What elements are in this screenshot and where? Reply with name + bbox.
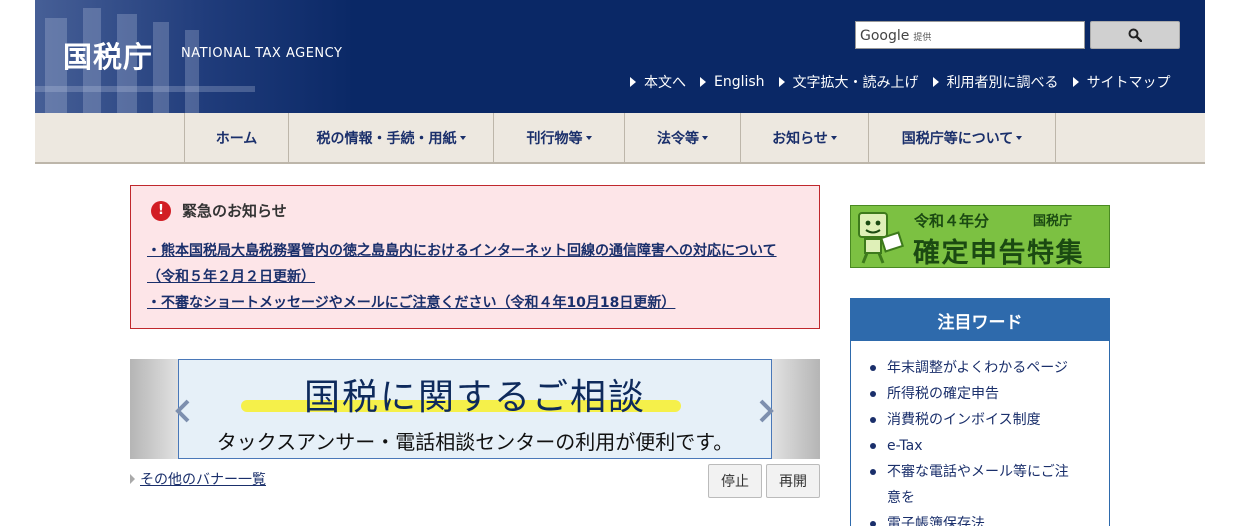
triangle-right-icon — [1072, 77, 1079, 87]
notice-link-tokunoshima[interactable]: ・熊本国税局大島税務署管内の徳之島島内におけるインターネット回線の通信障害への対… — [147, 240, 777, 260]
triangle-right-icon — [932, 77, 939, 87]
nav-home[interactable]: ホーム — [185, 113, 289, 162]
notice-heading: ! 緊急のお知らせ — [151, 200, 287, 221]
triangle-right-icon — [700, 77, 706, 87]
alert-icon: ! — [151, 200, 171, 221]
search-provided: 提供 — [913, 33, 932, 43]
keywords-panel: 注目ワード 年末調整がよくわかるページ 所得税の確定申告 消費税のインボイス制度… — [850, 298, 1110, 526]
search-input[interactable]: Google 提供 — [855, 21, 1085, 49]
other-banners-link[interactable]: その他のバナー一覧 — [130, 469, 266, 489]
util-link-label: 本文へ — [644, 75, 686, 91]
stop-button[interactable]: 停止 — [708, 464, 762, 498]
triangle-right-icon — [630, 77, 636, 87]
nav-label: ホーム — [215, 130, 258, 147]
nav-label: 刊行物等 — [526, 130, 583, 147]
util-link-sitemap[interactable]: サイトマップ — [1072, 72, 1171, 92]
banner-consultation[interactable]: 国税に関するご相談 タックスアンサー・電話相談センターの利用が便利です。 — [178, 359, 772, 459]
notice-link-phishing[interactable]: ・不審なショートメッセージやメールにご注意ください（令和４年10月18日更新） — [147, 292, 675, 312]
util-link-label: サイトマップ — [1086, 75, 1171, 91]
notice-link-tokunoshima-date[interactable]: （令和５年２月２日更新） — [147, 266, 315, 286]
site-logo-english: NATIONAL TAX AGENCY — [181, 46, 343, 61]
caret-down-icon — [459, 135, 466, 140]
keyword-link[interactable]: 消費税のインボイス制度 — [867, 407, 1097, 433]
nav-label: 国税庁等について — [901, 130, 1014, 147]
keyword-link[interactable]: e-Tax — [867, 433, 1097, 459]
nav-about[interactable]: 国税庁等について — [869, 113, 1056, 162]
banner-title: 国税に関するご相談 — [303, 377, 646, 418]
global-nav: ホーム 税の情報・手続・用紙 刊行物等 法令等 お知らせ 国税庁等について — [35, 113, 1205, 164]
emergency-notice: ! 緊急のお知らせ ・熊本国税局大島税務署管内の徳之島島内におけるインターネット… — [130, 185, 820, 329]
kakutei-banner[interactable]: 令和４年分 国税庁 確定申告特集 — [850, 205, 1110, 269]
chevron-left-icon[interactable] — [174, 399, 192, 423]
util-link-label: 利用者別に調べる — [946, 75, 1059, 91]
caret-down-icon — [830, 135, 837, 140]
keywords-list: 年末調整がよくわかるページ 所得税の確定申告 消費税のインボイス制度 e-Tax… — [867, 355, 1097, 526]
keyword-link[interactable]: 電子帳簿保存法 — [867, 511, 1097, 526]
keyword-link[interactable]: 不審な電話やメール等にご注 — [867, 459, 1097, 485]
chevron-right-icon[interactable] — [757, 399, 775, 423]
keyword-link[interactable]: 年末調整がよくわかるページ — [867, 355, 1097, 381]
keyword-link[interactable]: 所得税の確定申告 — [867, 381, 1097, 407]
nav-news[interactable]: お知らせ — [741, 113, 869, 162]
banner-subtitle: タックスアンサー・電話相談センターの利用が便利です。 — [216, 430, 734, 454]
mascot-icon — [858, 212, 904, 264]
search-placeholder: Google 提供 — [860, 28, 931, 44]
other-banners-label: その他のバナー一覧 — [140, 472, 266, 488]
nav-laws[interactable]: 法令等 — [625, 113, 741, 162]
banner-carousel: 国税に関するご相談 タックスアンサー・電話相談センターの利用が便利です。 — [130, 359, 820, 459]
keyword-link-continued[interactable]: 意を — [867, 485, 1097, 511]
kakutei-title: 確定申告特集 — [913, 238, 1084, 269]
caret-down-icon — [702, 135, 708, 140]
nav-label: お知らせ — [772, 130, 828, 147]
utility-nav: 本文へ English 文字拡大・読み上げ 利用者別に調べる サイトマップ — [630, 72, 1171, 92]
search-brand: Google — [860, 28, 910, 44]
util-link-label: English — [714, 74, 765, 90]
play-button[interactable]: 再開 — [766, 464, 820, 498]
util-link-skip[interactable]: 本文へ — [630, 72, 686, 92]
util-link-english[interactable]: English — [700, 72, 765, 92]
kakutei-year: 令和４年分 — [914, 212, 990, 230]
caret-down-icon — [1016, 135, 1023, 140]
notice-title: 緊急のお知らせ — [182, 202, 287, 220]
kakutei-nta-logo: 国税庁 — [1033, 214, 1073, 229]
keywords-heading: 注目ワード — [851, 299, 1109, 341]
triangle-right-icon — [778, 77, 785, 87]
search-icon — [1128, 28, 1143, 43]
nav-label: 税の情報・手続・用紙 — [316, 130, 457, 147]
util-link-label: 文字拡大・読み上げ — [792, 75, 919, 91]
util-link-accessibility[interactable]: 文字拡大・読み上げ — [778, 72, 919, 92]
nav-label: 法令等 — [657, 130, 699, 147]
util-link-by-user[interactable]: 利用者別に調べる — [932, 72, 1059, 92]
nav-publications[interactable]: 刊行物等 — [494, 113, 625, 162]
site-header: 国税庁 NATIONAL TAX AGENCY Google 提供 本文へ Eng… — [35, 0, 1205, 113]
site-logo[interactable]: 国税庁 — [63, 34, 153, 76]
triangle-right-icon — [130, 474, 135, 484]
caret-down-icon — [585, 135, 592, 140]
nav-tax-info[interactable]: 税の情報・手続・用紙 — [289, 113, 494, 162]
search-button[interactable] — [1090, 21, 1180, 49]
